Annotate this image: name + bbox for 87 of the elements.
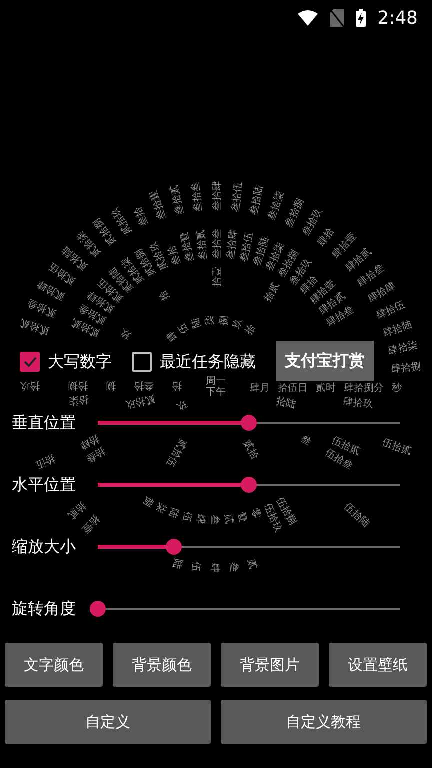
color-option-button[interactable]: 文字颜色	[5, 643, 103, 687]
clock-label: 拾玖	[20, 380, 40, 391]
clock-label: 伍	[190, 561, 202, 572]
clock-label: 拾壹	[212, 267, 223, 287]
clock-label: 伍	[180, 510, 194, 523]
clock-label: 秒	[392, 383, 402, 394]
clock-label: 贰	[246, 558, 259, 570]
wifi-icon	[298, 10, 318, 26]
clock-label: 捌	[218, 314, 230, 326]
clock-label: 叁拾叁	[190, 181, 205, 212]
checkbox[interactable]	[132, 352, 152, 372]
clock-label: 玖	[174, 398, 189, 412]
clock-label: 叁	[299, 434, 314, 448]
clock-label: 肆拾柒	[387, 340, 419, 358]
clock-label: 壹	[236, 511, 249, 524]
clock-label: 肆月	[250, 383, 270, 394]
clock-label: 拾陆	[275, 396, 298, 411]
clock-label: 肆拾捌分	[344, 383, 384, 394]
clock-label: 叁拾伍	[230, 182, 244, 213]
clock-label: 拾柒	[68, 393, 90, 406]
clock-label: 陆	[166, 506, 180, 520]
clock-label: 叁拾柒	[266, 190, 286, 222]
clock-label: 拾伍	[34, 452, 57, 470]
clock-label: 肆	[209, 563, 220, 573]
clock-label: 零	[248, 508, 262, 520]
clock-label: 叁拾陆	[248, 184, 266, 216]
clock-label: 拾	[158, 288, 172, 302]
slider-label: 缩放大小	[12, 536, 76, 558]
custom-button[interactable]: 自定义教程	[220, 700, 426, 744]
checkmark-icon	[22, 354, 38, 370]
slider-label: 旋转角度	[12, 598, 76, 620]
clock-label: 玖	[118, 326, 133, 340]
clock-label: 叁拾叁	[212, 229, 223, 259]
clock-label: 贰时	[316, 383, 336, 394]
clock-label: 叁拾肆	[225, 229, 240, 260]
custom-button[interactable]: 自定义	[5, 700, 211, 744]
clock-label: 叁拾肆	[212, 181, 223, 211]
clock-label: 捌	[106, 380, 116, 391]
clock-center-text: 下午	[206, 387, 226, 398]
no-sim-icon	[330, 9, 344, 27]
color-option-button[interactable]: 背景图片	[221, 643, 319, 687]
slider-label: 垂直位置	[12, 412, 76, 434]
clock-label: 柒	[204, 314, 216, 326]
clock-label: 拾	[172, 380, 182, 391]
clock-label: 肆拾捌	[390, 362, 422, 376]
clock-label: 陆	[190, 316, 204, 330]
slider-thumb[interactable]	[241, 477, 257, 493]
clock-label: 拾伍日	[278, 383, 308, 394]
clock-label: 伍拾陆	[342, 502, 372, 530]
clock-label: 拾贰	[262, 281, 282, 304]
clock-center-text: 周一	[206, 376, 226, 387]
clock-label: 叁	[227, 562, 240, 573]
clock-label: 叁拾	[134, 380, 154, 391]
color-option-button[interactable]: 背景颜色	[113, 643, 211, 687]
slider-label: 水平位置	[12, 474, 76, 496]
clock-label: 肆	[194, 514, 207, 525]
clock-label: 拾	[244, 322, 258, 337]
clock-label: 肆拾陆	[382, 320, 414, 340]
clock-label: 贰拾伍	[164, 437, 188, 469]
clock-label: 拾捌	[68, 380, 88, 391]
alipay-tip-button[interactable]: 支付宝打赏	[276, 341, 374, 381]
clock-label: 柒	[153, 501, 168, 515]
clock-label: 叁拾	[132, 205, 151, 228]
slider-thumb[interactable]	[166, 539, 182, 555]
checkbox[interactable]	[20, 352, 40, 372]
clock-label: 陆	[170, 558, 184, 570]
clock-label: 叁	[209, 515, 220, 525]
clock-label: 伍拾贰	[381, 438, 414, 458]
clock-label: 捌	[140, 494, 156, 508]
color-option-button[interactable]: 设置壁纸	[329, 643, 427, 687]
battery-charging-icon	[356, 9, 366, 27]
clock-label: 叁拾贰	[196, 229, 210, 260]
checkbox-label: 大写数字	[48, 351, 112, 373]
clock-label: 贰拾	[240, 438, 260, 462]
clock-label: 叁拾	[166, 244, 184, 266]
slider-thumb[interactable]	[90, 601, 106, 617]
clock-label: 叁拾壹	[148, 188, 168, 221]
clock-label: 贰拾贰	[18, 316, 51, 336]
clock-label: 贰	[222, 514, 234, 525]
clock-label: 贰拾玖	[124, 393, 156, 410]
clock-label: 肆拾	[316, 226, 337, 249]
clock-label: 玖	[231, 317, 245, 330]
status-time: 2:48	[378, 6, 418, 30]
slider-thumb[interactable]	[241, 415, 257, 431]
clock-label: 肆拾玖	[342, 396, 374, 410]
checkbox-label: 最近任务隐藏	[160, 351, 256, 373]
clock-label: 叁拾贰	[169, 184, 186, 216]
